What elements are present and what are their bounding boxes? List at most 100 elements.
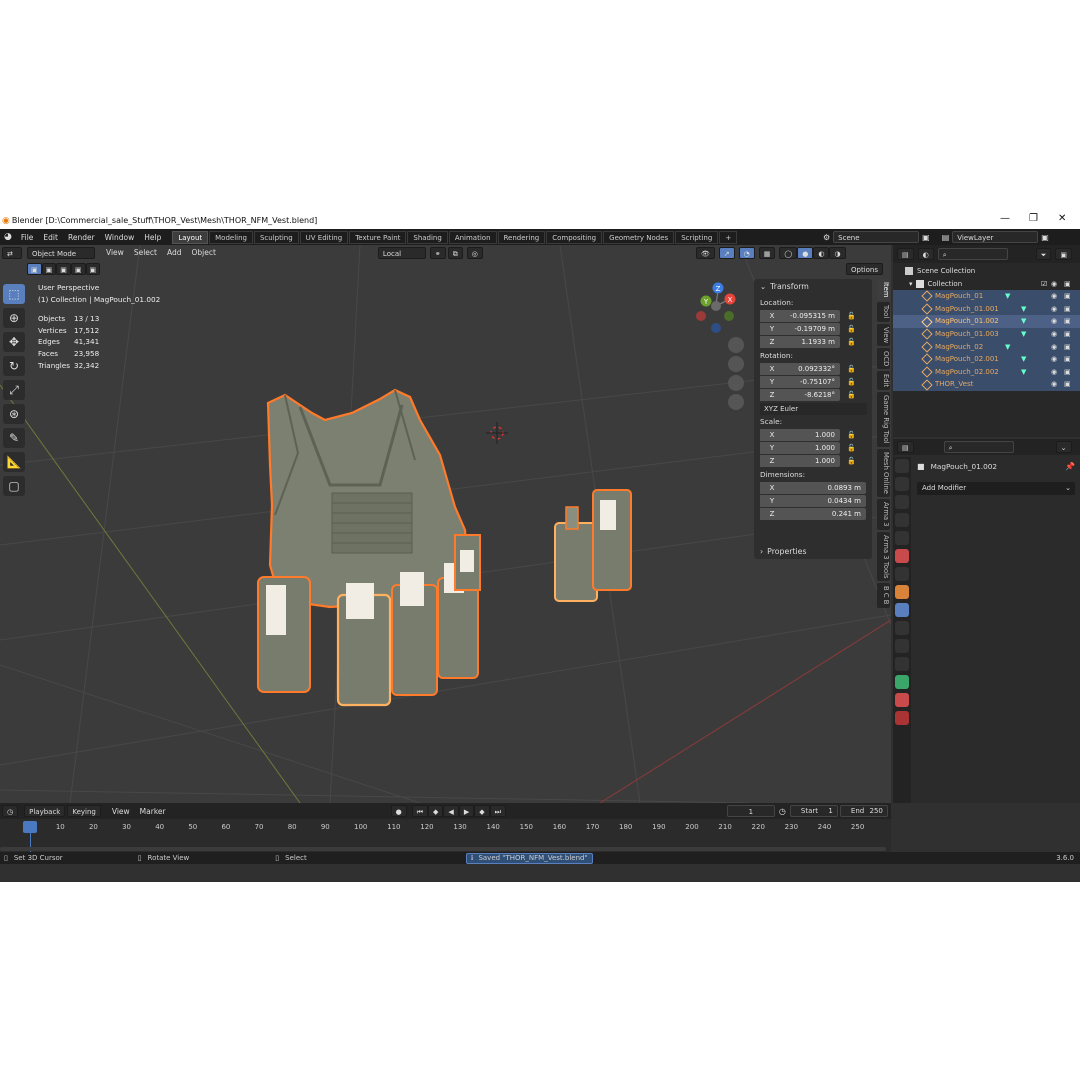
cursor-tool-icon[interactable]: ⊕ bbox=[3, 308, 25, 328]
tab-compositing[interactable]: Compositing bbox=[546, 230, 603, 244]
shading-rendered-icon[interactable]: ◑ bbox=[829, 246, 846, 259]
eye-icon[interactable]: ◉ bbox=[1051, 303, 1057, 316]
camera-icon[interactable]: ▣ bbox=[1064, 315, 1071, 328]
viewport-menu-object[interactable]: Object bbox=[186, 248, 220, 257]
new-collection-icon[interactable]: ▣ bbox=[1055, 248, 1072, 260]
minimize-button[interactable]: — bbox=[1000, 213, 1010, 224]
tool-tab-icon[interactable] bbox=[895, 459, 909, 473]
proportional-edit-icon[interactable]: ◎ bbox=[466, 246, 483, 259]
disclosure-icon[interactable]: ▾ bbox=[909, 278, 913, 291]
shading-material-icon[interactable]: ◐ bbox=[813, 246, 830, 259]
location-y-field[interactable]: Y -0.19709 m bbox=[760, 322, 840, 335]
move-tool-icon[interactable]: ✥ bbox=[3, 332, 25, 352]
playhead[interactable] bbox=[23, 821, 37, 833]
shading-wireframe-icon[interactable]: ◯ bbox=[779, 246, 798, 259]
measure-tool-icon[interactable]: 📐 bbox=[3, 452, 25, 472]
rotation-mode-dropdown[interactable]: XYZ Euler bbox=[760, 402, 867, 415]
properties-search-input[interactable]: ⌕ bbox=[943, 441, 1014, 453]
close-button[interactable]: ✕ bbox=[1058, 213, 1066, 224]
outliner-item[interactable]: MagPouch_01.001 ▼ ◉ ▣ bbox=[893, 302, 1080, 316]
texture-tab-icon[interactable] bbox=[895, 711, 909, 725]
physics-tab-icon[interactable] bbox=[895, 639, 909, 653]
transform-orientation-selector[interactable]: Local bbox=[377, 246, 426, 259]
tab-shading[interactable]: Shading bbox=[407, 230, 448, 244]
add-cube-tool-icon[interactable]: ▢ bbox=[3, 476, 25, 496]
lock-icon[interactable]: 🔓 bbox=[847, 431, 857, 439]
mode-selector[interactable]: Object Mode bbox=[27, 246, 95, 259]
shading-solid-icon[interactable]: ● bbox=[797, 246, 814, 259]
options-button[interactable]: Options bbox=[846, 263, 884, 275]
scene-selector[interactable]: Scene bbox=[833, 231, 920, 243]
tab-scripting[interactable]: Scripting bbox=[675, 230, 719, 244]
tab-texture-paint[interactable]: Texture Paint bbox=[349, 230, 407, 244]
camera-icon[interactable]: ▣ bbox=[1064, 290, 1071, 303]
eye-icon[interactable]: ◉ bbox=[1051, 290, 1057, 303]
eye-icon[interactable]: ◉ bbox=[1051, 378, 1057, 391]
lock-icon[interactable]: 🔓 bbox=[847, 325, 857, 333]
snap-icon[interactable]: ⧉ bbox=[447, 246, 463, 259]
sidebar-tab-mesh-online[interactable]: Mesh Online bbox=[877, 449, 890, 498]
outliner-editor-type-icon[interactable]: ▤ bbox=[897, 248, 914, 260]
scale-z-field[interactable]: Z 1.000 bbox=[760, 454, 840, 467]
camera-icon[interactable]: ▣ bbox=[1064, 353, 1071, 366]
add-modifier-dropdown[interactable]: Add Modifier ⌄ bbox=[917, 482, 1075, 495]
gizmo-toggle-icon[interactable]: ↗ bbox=[718, 246, 735, 259]
outliner-item[interactable]: MagPouch_02.001 ▼ ◉ ▣ bbox=[893, 353, 1080, 366]
timeline-scrollbar[interactable] bbox=[0, 847, 886, 851]
modifier-tab-icon[interactable] bbox=[895, 603, 909, 617]
blender-menu-icon[interactable]: ◕ bbox=[4, 232, 12, 242]
menu-edit[interactable]: Edit bbox=[38, 233, 63, 242]
camera-icon[interactable]: ▣ bbox=[1064, 303, 1071, 316]
pan-hand-icon[interactable] bbox=[728, 356, 744, 372]
navigation-gizmo[interactable]: Z X Y bbox=[696, 282, 736, 334]
properties-subpanel[interactable]: › Properties bbox=[754, 543, 872, 559]
lock-icon[interactable]: 🔓 bbox=[847, 338, 857, 346]
sidebar-tab-arma-3-tools[interactable]: Arma 3 Tools bbox=[877, 531, 890, 582]
sidebar-tab-item[interactable]: Item bbox=[877, 279, 890, 301]
data-tab-icon[interactable] bbox=[895, 675, 909, 689]
sidebar-tab-ocd[interactable]: OCD bbox=[877, 347, 890, 370]
dimensions-x-field[interactable]: X 0.0893 m bbox=[760, 481, 866, 494]
output-tab-icon[interactable] bbox=[895, 495, 909, 509]
zoom-button-icon[interactable] bbox=[728, 337, 744, 353]
outliner-item[interactable]: MagPouch_02 ▼ ◉ ▣ bbox=[893, 340, 1080, 354]
scale-y-field[interactable]: Y 1.000 bbox=[760, 441, 840, 454]
location-z-field[interactable]: Z 1.1933 m bbox=[760, 335, 840, 348]
world-tab-icon[interactable] bbox=[895, 549, 909, 563]
select-intersect-icon[interactable]: ▣ bbox=[85, 263, 101, 275]
camera-icon[interactable]: ▣ bbox=[1064, 378, 1071, 391]
viewlayer-browse-icon[interactable]: ▣ bbox=[1041, 233, 1049, 242]
transform-header[interactable]: ⌄ Transform bbox=[754, 279, 872, 295]
rotation-x-field[interactable]: X 0.092332° bbox=[760, 362, 840, 375]
select-new-icon[interactable]: ▣ bbox=[27, 263, 42, 275]
maximize-button[interactable]: ❐ bbox=[1029, 213, 1038, 224]
select-box-tool-icon[interactable]: ⬚ bbox=[3, 284, 25, 304]
select-extend-icon[interactable]: ▣ bbox=[41, 263, 57, 275]
xray-icon[interactable]: ▦ bbox=[758, 246, 776, 259]
sidebar-tab-arma-3[interactable]: Arma 3 bbox=[877, 499, 890, 530]
tab-modeling[interactable]: Modeling bbox=[209, 230, 253, 244]
outliner-search-input[interactable]: ⌕ bbox=[937, 248, 1008, 260]
constraints-tab-icon[interactable] bbox=[895, 657, 909, 671]
lock-icon[interactable]: 🔓 bbox=[847, 378, 857, 386]
eye-icon[interactable]: ◉ bbox=[1051, 278, 1057, 291]
camera-view-icon[interactable] bbox=[728, 375, 744, 391]
visibility-icon[interactable]: 👁 bbox=[695, 246, 715, 259]
scene-tab-icon[interactable] bbox=[895, 531, 909, 545]
pin-icon[interactable]: 📌 bbox=[1065, 462, 1075, 471]
filter-icon[interactable]: ⏷ bbox=[1035, 248, 1052, 260]
lock-icon[interactable]: 🔓 bbox=[847, 444, 857, 452]
outliner-item[interactable]: MagPouch_02.002 ▼ ◉ ▣ bbox=[893, 365, 1080, 379]
camera-icon[interactable]: ▣ bbox=[1064, 341, 1071, 354]
scale-tool-icon[interactable]: ⤢ bbox=[3, 380, 25, 400]
eye-icon[interactable]: ◉ bbox=[1051, 328, 1057, 341]
lock-icon[interactable]: 🔓 bbox=[847, 312, 857, 320]
outliner-item[interactable]: MagPouch_01 ▼ ◉ ▣ bbox=[893, 290, 1080, 303]
lock-icon[interactable]: 🔓 bbox=[847, 457, 857, 465]
annotate-tool-icon[interactable]: ✎ bbox=[3, 428, 25, 448]
display-mode-icon[interactable]: ◐ bbox=[917, 248, 934, 260]
tab-uv-editing[interactable]: UV Editing bbox=[299, 230, 349, 244]
rotation-z-field[interactable]: Z -8.6218° bbox=[760, 388, 840, 401]
viewport-menu-select[interactable]: Select bbox=[129, 248, 162, 257]
rotation-y-field[interactable]: Y -0.75107° bbox=[760, 375, 840, 388]
